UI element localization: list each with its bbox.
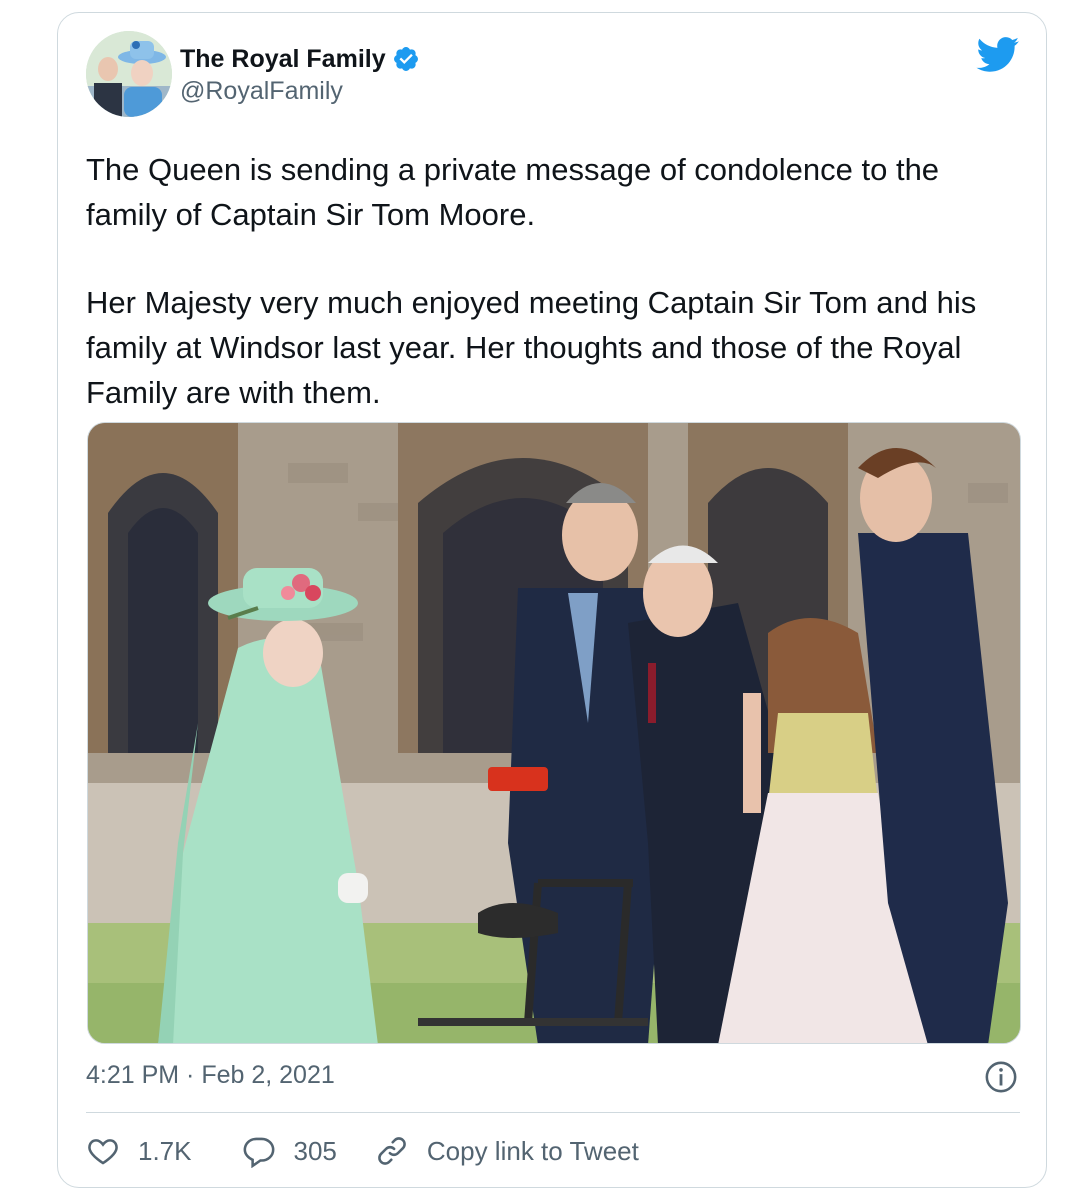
author-name-row[interactable]: The Royal Family (180, 43, 420, 75)
like-count: 1.7K (138, 1135, 192, 1166)
twitter-bird-icon[interactable] (976, 37, 1020, 73)
link-icon (378, 1137, 406, 1165)
tweet-actions: 1.7K 305 Copy link to Tweet (86, 1131, 639, 1171)
tweet-timestamp[interactable]: 4:21 PM · Feb 2, 2021 (86, 1061, 335, 1090)
tweet-text: The Queen is sending a private message o… (86, 147, 1026, 415)
heart-icon (88, 1139, 118, 1165)
tweet-photo-image (88, 423, 1020, 1043)
avatar-image (86, 31, 172, 117)
tweet-paragraph-1: The Queen is sending a private message o… (86, 152, 940, 232)
reply-bubble-icon (243, 1137, 274, 1168)
verified-badge-icon (393, 47, 418, 71)
copy-link-button[interactable]: Copy link to Tweet (375, 1134, 639, 1168)
copy-link-label: Copy link to Tweet (426, 1135, 639, 1166)
tweet-photo[interactable] (87, 422, 1021, 1044)
author-avatar[interactable] (86, 31, 172, 117)
tweet-paragraph-2: Her Majesty very much enjoyed meeting Ca… (86, 285, 977, 410)
tweet-card[interactable]: The Royal Family @RoyalFamily The Queen … (57, 12, 1047, 1188)
reply-count: 305 (293, 1135, 337, 1166)
author-name[interactable]: The Royal Family (180, 45, 386, 74)
author-handle[interactable]: @RoyalFamily (180, 77, 343, 106)
info-icon[interactable] (984, 1060, 1018, 1094)
reply-button[interactable]: 305 (242, 1134, 337, 1168)
like-button[interactable]: 1.7K (86, 1134, 192, 1168)
actions-divider (86, 1112, 1020, 1113)
